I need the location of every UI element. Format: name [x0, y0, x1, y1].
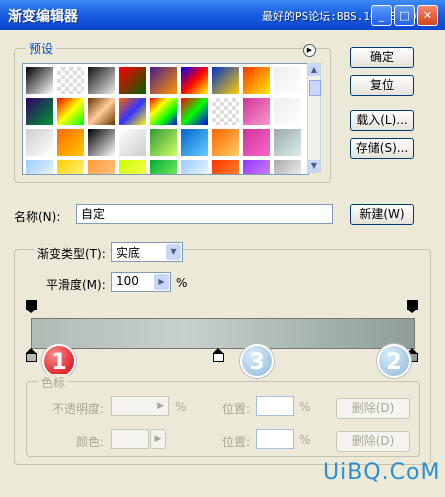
scroll-down-icon[interactable]: ▼	[308, 160, 320, 172]
preset-swatch[interactable]	[273, 66, 302, 95]
window-title: 渐变编辑器	[8, 9, 78, 25]
preset-swatch[interactable]	[211, 159, 240, 174]
preset-swatch[interactable]	[211, 128, 240, 157]
color-label: 颜色:	[76, 435, 105, 449]
chevron-down-icon[interactable]: ▼	[166, 244, 181, 260]
close-button[interactable]: ✕	[417, 5, 438, 26]
opacity-label: 不透明度:	[52, 402, 105, 416]
preset-swatch[interactable]	[56, 159, 85, 174]
preset-swatch[interactable]	[273, 97, 302, 126]
preset-swatch[interactable]	[180, 128, 209, 157]
delete-color-stop-button[interactable]: 删除(D)	[336, 431, 410, 452]
preset-swatch[interactable]	[273, 159, 302, 174]
preset-swatch[interactable]	[25, 97, 54, 126]
color-swatch-field[interactable]	[111, 429, 149, 449]
preset-swatch[interactable]	[242, 128, 271, 157]
callout-badge-1: 1	[42, 344, 76, 378]
ok-button[interactable]: 确定	[350, 47, 414, 68]
color-stop-left[interactable]	[26, 348, 37, 362]
opacity-field[interactable]: ▶	[111, 396, 169, 416]
preset-swatch[interactable]	[211, 97, 240, 126]
preset-swatch[interactable]	[56, 66, 85, 95]
position-unit-opacity: %	[299, 400, 311, 414]
preset-swatch[interactable]	[25, 66, 54, 95]
position-label-opacity: 位置:	[222, 402, 251, 416]
reset-button[interactable]: 复位	[350, 75, 414, 96]
preset-swatch[interactable]	[149, 66, 178, 95]
presets-menu-arrow-icon[interactable]: ▶	[303, 44, 316, 57]
preset-swatch[interactable]	[149, 159, 178, 174]
preset-swatch[interactable]	[273, 128, 302, 157]
preset-swatch[interactable]	[211, 66, 240, 95]
smoothness-value: 100	[116, 274, 139, 288]
name-label: 名称(N):	[14, 210, 61, 224]
position-field-opacity[interactable]	[256, 396, 294, 416]
preset-swatch[interactable]	[118, 128, 147, 157]
load-button[interactable]: 载入(L)...	[350, 110, 414, 131]
gradient-preview-bar[interactable]	[31, 318, 415, 349]
callout-badge-2: 2	[377, 344, 411, 378]
name-input[interactable]: 自定	[76, 204, 333, 224]
chevron-right-icon: ▶	[157, 401, 164, 411]
scroll-up-icon[interactable]: ▲	[308, 64, 320, 76]
preset-swatch[interactable]	[118, 97, 147, 126]
preset-swatch[interactable]	[118, 66, 147, 95]
preset-swatch[interactable]	[87, 66, 116, 95]
maximize-button[interactable]: □	[394, 5, 415, 26]
color-stop-middle[interactable]	[213, 348, 224, 362]
preset-swatch[interactable]	[87, 128, 116, 157]
preset-swatch[interactable]	[242, 159, 271, 174]
color-menu-arrow-icon[interactable]: ▶	[150, 429, 166, 449]
position-label-color: 位置:	[222, 435, 251, 449]
callout-badge-3: 3	[240, 344, 274, 378]
position-field-color[interactable]	[256, 429, 294, 449]
preset-swatch[interactable]	[149, 97, 178, 126]
scroll-thumb[interactable]	[309, 80, 321, 96]
preset-swatch[interactable]	[25, 128, 54, 157]
preset-swatch[interactable]	[87, 159, 116, 174]
preset-swatch[interactable]	[242, 97, 271, 126]
smoothness-unit: %	[176, 276, 188, 290]
chevron-right-icon[interactable]: ▶	[154, 274, 169, 290]
smoothness-field[interactable]: 100 ▶	[111, 272, 171, 292]
gradient-type-value: 实底	[116, 246, 141, 260]
preset-swatch[interactable]	[56, 128, 85, 157]
preset-swatch[interactable]	[180, 97, 209, 126]
minimize-button[interactable]: _	[371, 5, 392, 26]
delete-opacity-stop-button[interactable]: 删除(D)	[336, 398, 410, 419]
opacity-stop-right[interactable]	[407, 300, 418, 313]
preset-swatch[interactable]	[87, 97, 116, 126]
preset-swatch[interactable]	[180, 159, 209, 174]
opacity-stop-left[interactable]	[26, 300, 37, 313]
preset-swatch[interactable]	[56, 97, 85, 126]
presets-label: 预设	[26, 40, 57, 57]
save-button[interactable]: 存储(S)...	[350, 138, 414, 159]
site-logo: UiBQ.CoM	[323, 460, 441, 485]
presets-swatch-grid	[22, 63, 309, 175]
stops-group-label: 色标	[38, 374, 69, 391]
smoothness-label: 平滑度(M):	[46, 278, 106, 292]
gradient-type-select[interactable]: 实底 ▼	[111, 242, 183, 262]
new-button[interactable]: 新建(W)	[350, 204, 414, 225]
preset-swatch[interactable]	[180, 66, 209, 95]
preset-swatch[interactable]	[149, 128, 178, 157]
gradient-type-label: 渐变类型(T):	[34, 245, 109, 262]
presets-scrollbar[interactable]: ▲ ▼	[307, 63, 321, 173]
preset-swatch[interactable]	[25, 159, 54, 174]
position-unit-color: %	[299, 433, 311, 447]
preset-swatch[interactable]	[242, 66, 271, 95]
opacity-unit: %	[175, 400, 187, 414]
preset-swatch[interactable]	[118, 159, 147, 174]
